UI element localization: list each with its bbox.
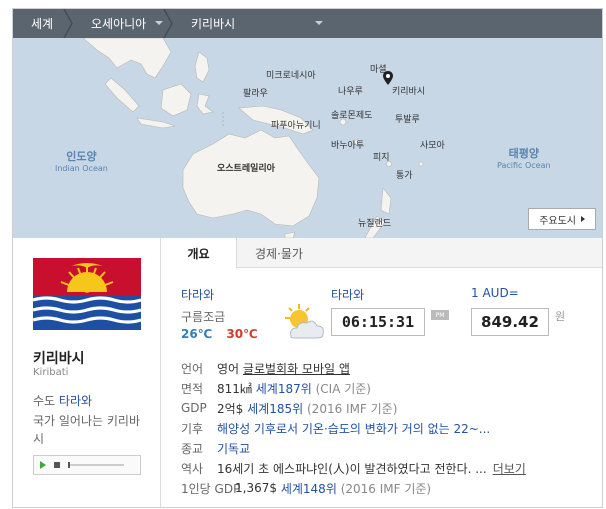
fact-value: 1,367$	[235, 481, 277, 495]
more-link[interactable]: 더보기	[493, 460, 526, 477]
map-label-nauru: 나우루	[338, 87, 363, 97]
national-anthem: 국가 일어나는 키리바시	[33, 414, 140, 446]
fact-key: GDP	[181, 401, 207, 415]
map-label-newzealand: 뉴질랜드	[358, 219, 392, 229]
chevron-separator-icon	[163, 9, 173, 38]
fact-row-area: 면적 811㎢ 세계187위 (CIA 기준)	[181, 378, 601, 398]
fact-key: 1인당 GDP	[181, 481, 241, 496]
fact-key: 면적	[181, 381, 204, 396]
breadcrumb: 세계 오세아니아 키리바시	[13, 9, 602, 38]
breadcrumb-label: 오세아니아	[91, 17, 147, 31]
map-label-micronesia: 미크로네시아	[266, 71, 316, 81]
climate-link[interactable]: 해양성 기후로서 기온·습도의 변화가 거의 없는 22~...	[217, 420, 490, 437]
partly-cloudy-icon	[285, 304, 324, 339]
anthem-player	[33, 455, 141, 475]
fact-row-gdp: GDP 2억$ 세계185위 (2016 IMF 기준)	[181, 398, 601, 418]
ocean-name-en: Indian Ocean	[55, 164, 108, 173]
map-label-papua: 파푸아뉴기니	[271, 121, 321, 131]
chevron-separator-icon	[63, 9, 73, 38]
chevron-right-icon	[581, 216, 585, 222]
fact-row-gdp-per-capita: 1인당 GDP 1,367$ 세계148위 (2016 IMF 기준)	[181, 478, 601, 498]
fact-key: 언어	[181, 361, 204, 376]
region-map[interactable]: 미크로네시아 팔라우 파푸아뉴기니 나우루 마셜 키리바시 솔로몬제도 투발루 …	[13, 38, 602, 238]
stop-icon[interactable]	[54, 462, 60, 468]
flag-image	[33, 258, 141, 330]
play-icon[interactable]	[40, 461, 46, 469]
map-label-samoa: 사모아	[420, 141, 445, 151]
map-label-kiribati: 키리바시	[392, 87, 426, 97]
weather-city[interactable]: 타라와	[181, 286, 331, 303]
exchange-unit: 원	[555, 310, 566, 323]
clock-city: 타라와	[331, 288, 365, 302]
breadcrumb-label: 세계	[31, 17, 54, 31]
map-label-australia: 오스트레일리아	[217, 164, 275, 174]
dropdown-arrow-icon	[315, 21, 323, 25]
fact-value: 2억$	[217, 401, 244, 416]
fact-row-language: 언어 영어 글로벌회화 모바일 앱	[181, 358, 601, 378]
religion-link[interactable]: 기독교	[217, 440, 250, 457]
exchange-value: 849.42	[471, 308, 549, 336]
capital-label: 수도	[33, 394, 56, 408]
country-details-panel: 개요 경제·물가 타라와 구름조금 26℃ 30℃ 타라와 06:15:31 P…	[161, 238, 602, 507]
progress-slider[interactable]	[68, 462, 124, 468]
map-label-tonga: 통가	[396, 171, 413, 181]
fact-row-history: 역사 16세기 초 에스파냐인(人)이 발견하였다고 전한다. ... 더보기	[181, 458, 601, 478]
fact-source: (2016 IMF 기준)	[307, 401, 398, 416]
fact-key: 종교	[181, 441, 204, 456]
breadcrumb-oceania[interactable]: 오세아니아	[73, 9, 173, 38]
exchange-label: 1 AUD=	[471, 286, 519, 300]
breadcrumb-world[interactable]: 세계	[13, 9, 73, 38]
fact-rank: 세계148위	[280, 481, 337, 496]
fact-rank: 세계187위	[255, 381, 312, 396]
tab-overview[interactable]: 개요	[161, 238, 237, 269]
clock-time: 06:15:31	[331, 308, 425, 336]
breadcrumb-label: 키리바시	[191, 17, 236, 31]
fact-row-climate: 기후 해양성 기후로서 기온·습도의 변화가 거의 없는 22~...	[181, 418, 601, 438]
country-summary-panel: 키리바시 Kiribati 수도 타라와 국가 일어나는 키리바시	[13, 238, 161, 507]
capital-link[interactable]: 타라와	[59, 394, 92, 408]
major-cities-label: 주요도시	[539, 215, 576, 227]
temp-high: 30℃	[226, 327, 258, 341]
country-info-widget: 세계 오세아니아 키리바시 미크로네시아 팔라우 파푸아뉴기니 나우루 마셜 키…	[12, 8, 603, 508]
location-pin-icon	[383, 71, 393, 85]
ocean-label-pacific: 태평양 Pacific Ocean	[497, 145, 551, 170]
local-time-widget: 타라와 06:15:31 PM	[331, 286, 449, 336]
breadcrumb-kiribati[interactable]: 키리바시	[173, 9, 333, 38]
major-cities-button[interactable]: 주요도시	[528, 208, 596, 230]
weather-widget: 타라와 구름조금 26℃ 30℃	[181, 286, 331, 341]
dropdown-arrow-icon	[155, 21, 163, 25]
map-label-solomon: 솔로몬제도	[331, 111, 373, 121]
fact-key: 역사	[181, 461, 204, 476]
country-facts: 언어 영어 글로벌회화 모바일 앱 면적 811㎢ 세계187위 (CIA 기준…	[181, 358, 601, 498]
fact-source: (2016 IMF 기준)	[340, 481, 432, 496]
fact-value: 811㎢	[217, 381, 252, 396]
tab-bar: 개요 경제·물가	[161, 238, 602, 269]
country-name: 키리바시	[33, 351, 85, 367]
fact-row-religion: 종교 기독교	[181, 438, 601, 458]
map-label-tuvalu: 투발루	[395, 115, 420, 125]
ocean-name-ko: 태평양	[508, 147, 539, 160]
exchange-rate-widget: 1 AUD= 849.42 원	[471, 286, 565, 336]
country-name-english: Kiribati	[33, 367, 69, 378]
ocean-name-en: Pacific Ocean	[497, 161, 551, 170]
map-label-palau: 팔라우	[243, 89, 268, 99]
tab-economy[interactable]: 경제·물가	[237, 238, 321, 268]
fact-rank: 세계185위	[247, 401, 304, 416]
fact-source: (CIA 기준)	[315, 381, 371, 396]
ocean-label-indian: 인도양 Indian Ocean	[55, 148, 108, 173]
fact-key: 기후	[181, 421, 204, 436]
clock-ampm-badge: PM	[431, 310, 449, 320]
ocean-name-ko: 인도양	[66, 150, 97, 163]
temp-low: 26℃	[181, 327, 213, 341]
map-label-vanuatu: 바누아투	[331, 141, 365, 151]
capital-line: 수도 타라와	[33, 392, 92, 409]
conversation-app-link[interactable]: 글로벌회화 모바일 앱	[243, 360, 350, 377]
map-label-fiji: 피지	[373, 153, 390, 163]
fact-value: 16세기 초 에스파냐인(人)이 발견하였다고 전한다. ...	[217, 461, 487, 476]
fact-value: 영어	[217, 361, 240, 376]
